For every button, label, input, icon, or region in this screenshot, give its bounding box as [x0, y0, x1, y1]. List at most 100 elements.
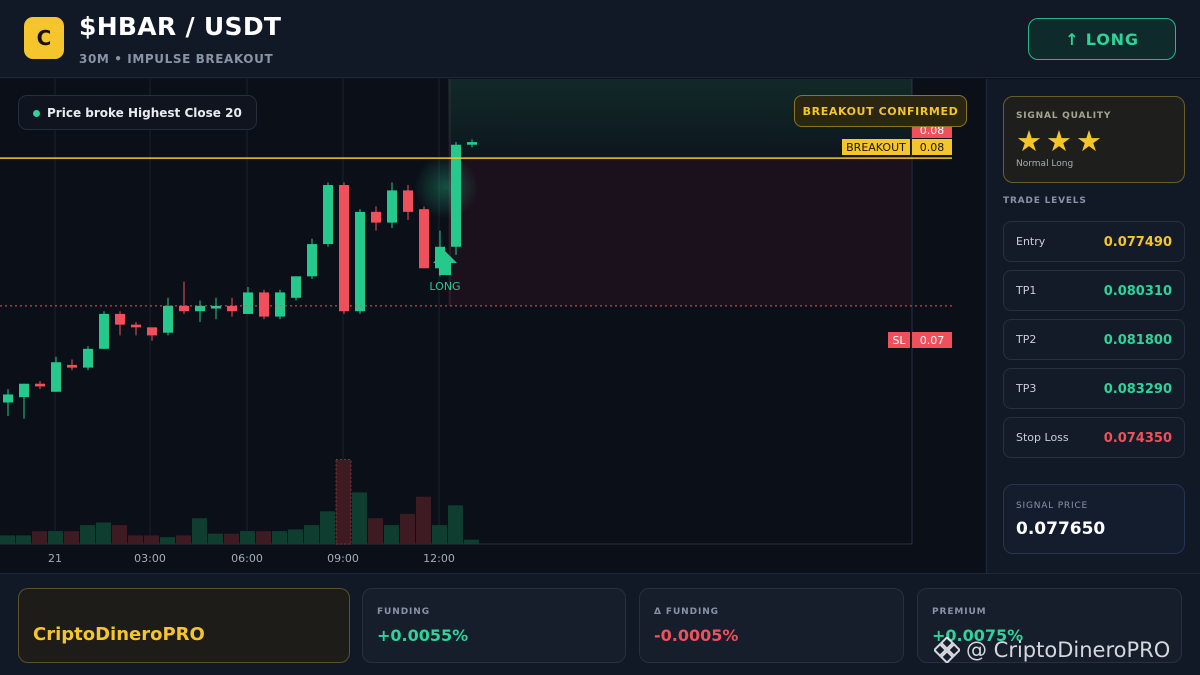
candle-body — [67, 364, 77, 368]
volume-bar — [335, 459, 352, 545]
watermark: @ CriptoDineroPRO — [934, 637, 1170, 663]
volume-bar — [32, 531, 47, 544]
volume-bar — [256, 531, 271, 544]
level-value: 0.077490 — [1103, 235, 1172, 250]
watermark-text: @ CriptoDineroPRO — [966, 638, 1171, 662]
volume-bar — [400, 513, 415, 544]
status-dot — [33, 110, 40, 117]
candle-body — [291, 276, 301, 298]
stop-loss-price-label: 0.07 — [912, 332, 952, 348]
header: C $HBAR / USDT 30M • IMPULSE BREAKOUT ↑ … — [0, 0, 1200, 78]
volume-bar — [384, 525, 399, 544]
candle-body — [307, 244, 317, 277]
chart-canvas[interactable]: LONG 21 03:00 06:00 09:00 12:00 — [0, 79, 985, 573]
trade-levels-heading: TRADE LEVELS — [1003, 196, 1087, 206]
star-rating: ★★★ — [1016, 124, 1106, 158]
volume-bar — [368, 518, 383, 544]
candle-body — [35, 383, 45, 387]
candle-body — [451, 144, 461, 247]
volume-bar — [48, 531, 63, 544]
candle-body — [3, 394, 13, 403]
volume-bar — [240, 531, 255, 544]
level-row-tp3: TP3 0.083290 — [1003, 368, 1185, 409]
funding-card: FUNDING +0.0055% — [362, 588, 626, 663]
time-tick-label: 09:00 — [327, 552, 359, 565]
volume-bar — [432, 525, 447, 544]
candle-body — [147, 327, 157, 336]
candle-body — [83, 348, 93, 368]
breakout-price-label: 0.08 — [912, 139, 952, 155]
time-tick-label: 06:00 — [231, 552, 263, 565]
volume-bar — [320, 511, 335, 544]
volume-bar — [272, 531, 287, 544]
stop-loss-zone — [448, 158, 912, 306]
timeframe-subtitle: 30M • IMPULSE BREAKOUT — [79, 52, 274, 66]
price-chart[interactable]: LONG 21 03:00 06:00 09:00 12:00 0.08 BREAKOU… — [0, 79, 985, 615]
level-value: 0.074350 — [1103, 431, 1172, 446]
delta-funding-value: -0.0005% — [654, 626, 739, 645]
condition-text: Price broke Highest Close 20 — [47, 105, 242, 120]
candle-body — [403, 190, 413, 212]
volume-bar — [208, 533, 223, 544]
candle-body — [163, 305, 173, 333]
funding-label: FUNDING — [377, 607, 431, 617]
long-marker-label: LONG — [429, 280, 460, 293]
candle-body — [195, 305, 205, 312]
long-signal-button[interactable]: ↑ LONG — [1028, 18, 1176, 60]
candle-body — [467, 142, 477, 145]
breakout-confirmed-badge: BREAKOUT CONFIRMED — [794, 95, 967, 127]
candle-body — [419, 209, 429, 269]
signal-panel: SIGNAL QUALITY ★★★ Normal Long TRADE LEV… — [986, 79, 1200, 573]
pair-title: $HBAR / USDT — [79, 12, 282, 41]
volume-bar — [0, 535, 15, 544]
level-row-stop-loss: Stop Loss 0.074350 — [1003, 417, 1185, 458]
candle-body — [51, 362, 61, 392]
candles — [3, 139, 477, 419]
level-name: TP3 — [1016, 382, 1037, 395]
volume-bar — [352, 492, 367, 544]
candle-body — [179, 305, 189, 312]
candle-body — [339, 185, 349, 312]
funding-value: +0.0055% — [377, 626, 469, 645]
delta-funding-label: Δ FUNDING — [654, 607, 719, 617]
candle-body — [227, 305, 237, 312]
volume-bar — [224, 533, 239, 544]
brand-card: CriptoDineroPRO — [18, 588, 350, 663]
candle-body — [115, 313, 125, 325]
candle-body — [371, 211, 381, 223]
candle-body — [387, 190, 397, 223]
volume-bar — [16, 535, 31, 544]
volume-bar — [464, 539, 479, 544]
volume-bar — [448, 505, 463, 544]
level-name: Stop Loss — [1016, 431, 1069, 444]
candle-body — [131, 324, 141, 328]
candle-body — [19, 383, 29, 398]
premium-label: PREMIUM — [932, 607, 987, 617]
level-name: TP1 — [1016, 284, 1037, 297]
candle-body — [355, 211, 365, 312]
time-tick-label: 03:00 — [134, 552, 166, 565]
time-axis: 21 03:00 06:00 09:00 12:00 — [48, 552, 455, 565]
app-logo: C — [24, 17, 64, 59]
level-name: TP2 — [1016, 333, 1037, 346]
volume-bar — [64, 531, 79, 544]
signal-price-card: SIGNAL PRICE 0.077650 — [1003, 484, 1185, 554]
volume-bar — [304, 525, 319, 544]
level-row-entry: Entry 0.077490 — [1003, 221, 1185, 262]
candle-body — [259, 292, 269, 317]
candle-body — [99, 313, 109, 349]
volume-bar — [416, 496, 431, 544]
volume-bar — [112, 525, 127, 544]
level-value: 0.081800 — [1103, 333, 1172, 348]
binance-diamond-icon — [934, 637, 960, 663]
level-value: 0.083290 — [1103, 382, 1172, 397]
level-row-tp1: TP1 0.080310 — [1003, 270, 1185, 311]
delta-funding-card: Δ FUNDING -0.0005% — [639, 588, 904, 663]
level-row-tp2: TP2 0.081800 — [1003, 319, 1185, 360]
signal-quality-text: Normal Long — [1016, 159, 1074, 169]
volume-bar — [192, 518, 207, 544]
volume-bar — [96, 522, 111, 544]
brand-name: CriptoDineroPRO — [33, 624, 205, 645]
breakout-condition-pill: Price broke Highest Close 20 — [18, 95, 257, 130]
volume-bar — [288, 529, 303, 544]
